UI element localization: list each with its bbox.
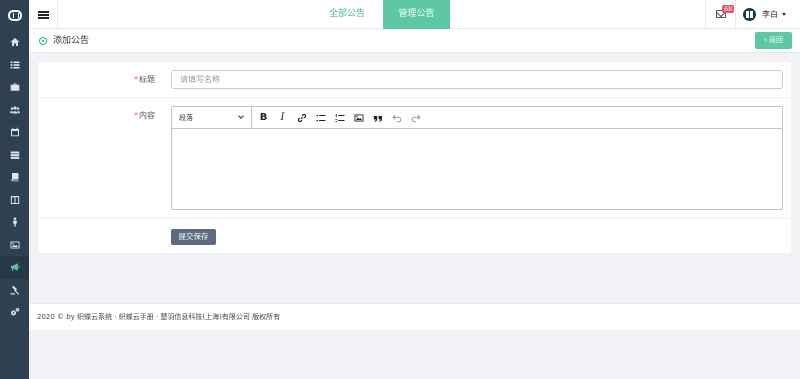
back-button[interactable]: ‹ 返回	[755, 32, 792, 49]
rich-text-editor: 段落 B I	[171, 106, 783, 210]
bullet-list-icon	[315, 114, 325, 121]
hamburger-icon	[37, 10, 49, 19]
calendar-icon	[10, 127, 19, 137]
page-heading-bar: 添加公告 ‹ 返回	[29, 29, 800, 53]
sidebar-item-users[interactable]	[0, 99, 29, 122]
cogs-icon	[10, 308, 19, 316]
sidebar-item-stack[interactable]	[0, 144, 29, 167]
link-icon	[297, 113, 306, 122]
page-title: 添加公告	[53, 36, 90, 46]
tab-all-announcements[interactable]: 全部公告	[311, 0, 383, 29]
title-input[interactable]	[171, 70, 783, 89]
sidebar-item-person[interactable]	[0, 211, 29, 234]
footer: 2020 © by 织蝶云系统 · 织蝶云手册 · 楚羽信息科技(上海)有限公司…	[29, 303, 800, 330]
message-count-badge: 68	[722, 5, 735, 13]
copyright-text: 2020 © by 织蝶云系统 · 织蝶云手册 · 楚羽信息科技(上海)有限公司…	[37, 313, 281, 321]
messages-button[interactable]: 68	[705, 0, 735, 29]
image-icon	[10, 241, 19, 249]
blockquote-button[interactable]	[368, 107, 387, 128]
sidebar-item-calendar[interactable]	[0, 121, 29, 144]
sidebar-item-settings[interactable]	[0, 301, 29, 324]
users-icon	[9, 106, 20, 114]
content-label: *内容	[134, 111, 155, 120]
bold-icon: B	[259, 112, 268, 123]
editor-content-area[interactable]	[172, 129, 782, 209]
app-logo[interactable]	[0, 0, 29, 31]
redo-icon	[411, 114, 421, 122]
paragraph-format-select[interactable]: 段落	[172, 107, 252, 128]
avatar	[743, 8, 756, 21]
quote-icon	[373, 115, 382, 122]
sidebar-item-announcements[interactable]	[0, 256, 29, 279]
list-icon	[10, 61, 19, 69]
insert-image-button[interactable]	[349, 107, 368, 128]
top-navbar: 全部公告 管理公告 68 李白	[29, 0, 800, 29]
numbered-list-button[interactable]	[330, 107, 349, 128]
link-button[interactable]	[292, 107, 311, 128]
italic-icon: I	[280, 112, 285, 123]
bullhorn-icon	[10, 263, 20, 272]
menu-toggle-button[interactable]	[29, 0, 58, 29]
submit-save-button[interactable]: 提交保存	[171, 229, 216, 245]
title-label: *标题	[134, 75, 155, 84]
book-icon	[10, 173, 18, 182]
undo-button[interactable]	[387, 107, 406, 128]
chevron-down-icon	[238, 113, 244, 119]
dot-circle-icon	[39, 37, 47, 45]
numbered-list-icon	[334, 113, 344, 122]
tab-manage-announcements[interactable]: 管理公告	[383, 0, 450, 29]
title-row: *标题	[38, 62, 791, 98]
sidebar-item-list[interactable]	[0, 54, 29, 77]
sidebar-item-book[interactable]	[0, 166, 29, 189]
sidebar	[0, 0, 29, 379]
home-icon	[10, 38, 19, 47]
sidebar-item-home[interactable]	[0, 31, 29, 54]
sidebar-item-gavel[interactable]	[0, 279, 29, 302]
form-panel: *标题 *内容 段落 B I	[38, 62, 791, 253]
back-button-label: 返回	[769, 36, 784, 44]
caret-down-icon	[782, 13, 786, 16]
gavel-icon	[10, 285, 19, 295]
image-icon	[354, 114, 363, 121]
sidebar-item-briefcase[interactable]	[0, 76, 29, 99]
bullet-list-button[interactable]	[311, 107, 330, 128]
columns-icon	[10, 195, 19, 204]
undo-icon	[391, 114, 401, 122]
italic-button[interactable]: I	[273, 107, 292, 128]
sidebar-item-columns[interactable]	[0, 189, 29, 212]
user-menu[interactable]: 李白	[735, 0, 800, 29]
sidebar-item-image[interactable]	[0, 234, 29, 257]
redo-button[interactable]	[406, 107, 425, 128]
content-row: *内容 段落 B I	[38, 98, 791, 219]
editor-toolbar: 段落 B I	[172, 107, 782, 129]
paragraph-format-value: 段落	[179, 113, 193, 122]
bold-button[interactable]: B	[254, 107, 273, 128]
stack-icon	[10, 151, 19, 159]
user-name: 李白	[762, 10, 778, 19]
briefcase-icon	[10, 83, 19, 92]
person-icon	[12, 217, 17, 227]
